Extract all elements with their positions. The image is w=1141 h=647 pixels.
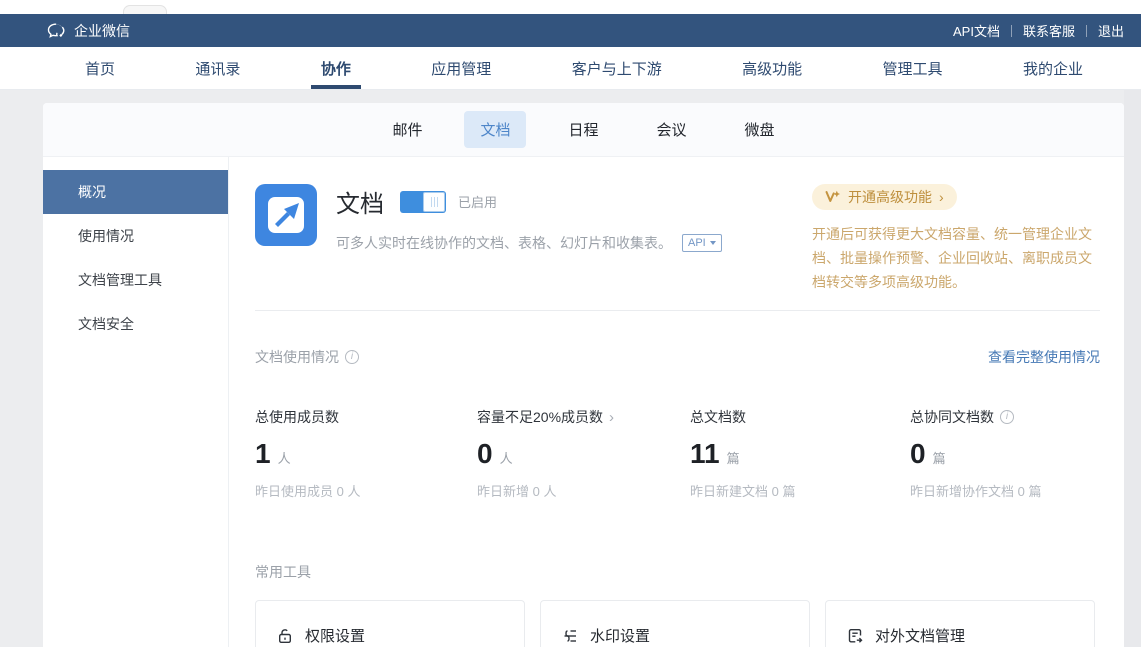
sidebar: 概况 使用情况 文档管理工具 文档安全	[43, 157, 229, 647]
stat-unit: 人	[278, 448, 291, 467]
subtab-bar: 邮件 文档 日程 会议 微盘	[43, 103, 1124, 157]
nav-item-app-management[interactable]: 应用管理	[431, 47, 491, 89]
api-dropdown[interactable]: API	[682, 234, 722, 252]
stat-subtext: 昨日使用成员 0 人	[255, 481, 477, 500]
separator	[1011, 25, 1012, 37]
subtab-docs[interactable]: 文档	[464, 111, 526, 148]
tool-card-watermark[interactable]: 水印设置 为企业内文档开启水印，数据泄露事件可追	[540, 600, 810, 647]
nav-item-customers[interactable]: 客户与上下游	[572, 47, 662, 89]
tool-card-title: 对外文档管理	[875, 625, 965, 646]
page-title: 文档	[336, 184, 384, 219]
view-full-usage-link[interactable]: 查看完整使用情况	[988, 347, 1100, 367]
enable-toggle[interactable]	[400, 191, 446, 213]
chevron-right-icon[interactable]: ›	[609, 409, 614, 426]
usage-section-title: 文档使用情况	[255, 347, 339, 367]
stat-total-docs: 总文档数 11 篇 昨日新建文档 0 篇	[690, 407, 910, 500]
browser-tab-ghost	[123, 5, 167, 14]
watermark-icon	[561, 627, 579, 645]
stats-row: 总使用成员数 1 人 昨日使用成员 0 人 容量不足20%成员数 ›	[255, 407, 1100, 500]
upgrade-premium-button[interactable]: 开通高级功能 ›	[812, 184, 957, 210]
stat-label: 总文档数	[690, 407, 746, 427]
premium-description: 开通后可获得更大文档容量、统一管理企业文档、批量操作预警、企业回收站、离职成员文…	[812, 222, 1100, 294]
premium-panel: 开通高级功能 › 开通后可获得更大文档容量、统一管理企业文档、批量操作预警、企业…	[812, 184, 1100, 294]
tools-section: 常用工具 权限设置	[255, 562, 1100, 647]
app-description: 可多人实时在线协作的文档、表格、幻灯片和收集表。	[336, 233, 672, 253]
brand: 企业微信	[45, 20, 130, 42]
toggle-knob	[423, 192, 445, 212]
brand-name: 企业微信	[74, 21, 130, 41]
nav-item-management-tools[interactable]: 管理工具	[883, 47, 943, 89]
sidebar-item-doc-security[interactable]: 文档安全	[43, 302, 228, 346]
subtab-calendar[interactable]: 日程	[552, 111, 614, 148]
stat-label: 总使用成员数	[255, 407, 339, 427]
tool-card-title: 权限设置	[305, 625, 365, 646]
stat-low-capacity-members: 容量不足20%成员数 › 0 人 昨日新增 0 人	[477, 407, 690, 500]
subtab-mail[interactable]: 邮件	[376, 111, 438, 148]
stat-subtext: 昨日新增协作文档 0 篇	[910, 481, 1100, 500]
tool-card-external-docs[interactable]: 对外文档管理 查看和管理允许企业外访问的文档	[825, 600, 1095, 647]
nav-item-my-enterprise[interactable]: 我的企业	[1023, 47, 1083, 89]
topbar: 企业微信 API文档 联系客服 退出	[0, 14, 1141, 47]
status-label: 已启用	[458, 192, 497, 211]
nav-item-home[interactable]: 首页	[85, 47, 115, 89]
stat-total-members: 总使用成员数 1 人 昨日使用成员 0 人	[255, 407, 477, 500]
separator	[1086, 25, 1087, 37]
stat-collab-docs: 总协同文档数 i 0 篇 昨日新增协作文档 0 篇	[910, 407, 1100, 500]
stat-value: 0	[910, 438, 926, 470]
stat-label: 总协同文档数	[910, 407, 994, 427]
doc-share-icon	[846, 627, 864, 645]
tool-card-title: 水印设置	[590, 625, 650, 646]
stat-subtext: 昨日新增 0 人	[477, 481, 690, 500]
stat-label: 容量不足20%成员数	[477, 407, 603, 427]
main-nav: 首页 通讯录 协作 应用管理 客户与上下游 高级功能 管理工具 我的企业	[0, 47, 1141, 90]
sparkle-icon	[825, 190, 841, 204]
info-icon[interactable]: i	[345, 350, 359, 364]
stat-subtext: 昨日新建文档 0 篇	[690, 481, 910, 500]
subtab-meeting[interactable]: 会议	[641, 111, 703, 148]
upgrade-premium-label: 开通高级功能	[848, 187, 932, 207]
browser-strip	[0, 0, 1141, 14]
divider	[255, 310, 1100, 311]
topbar-link-logout[interactable]: 退出	[1098, 21, 1124, 40]
chevron-down-icon	[710, 241, 716, 245]
nav-item-collaboration[interactable]: 协作	[321, 47, 351, 89]
stat-unit: 篇	[727, 448, 740, 467]
stat-unit: 篇	[933, 448, 946, 467]
sidebar-item-doc-management-tools[interactable]: 文档管理工具	[43, 258, 228, 302]
nav-item-contacts[interactable]: 通讯录	[195, 47, 240, 89]
stat-value: 1	[255, 438, 271, 470]
main-card: 邮件 文档 日程 会议 微盘 概况 使用情况 文档管理工具 文档安全	[43, 103, 1124, 647]
api-label: API	[688, 237, 706, 249]
tool-card-permissions[interactable]: 权限设置 设置企业内外的访问权限	[255, 600, 525, 647]
topbar-link-api-docs[interactable]: API文档	[953, 21, 1000, 40]
content-area: 文档 已启用 可多人实时在线协作的文档、表格、幻灯片和收集表。	[229, 157, 1124, 647]
lock-icon	[276, 627, 294, 645]
stat-unit: 人	[500, 448, 513, 467]
subtab-drive[interactable]: 微盘	[729, 111, 791, 148]
sidebar-item-overview[interactable]: 概况	[43, 170, 228, 214]
info-icon[interactable]: i	[1000, 410, 1014, 424]
page-background: 邮件 文档 日程 会议 微盘 概况 使用情况 文档管理工具 文档安全	[0, 90, 1141, 647]
nav-item-advanced-features[interactable]: 高级功能	[742, 47, 802, 89]
stat-value: 0	[477, 438, 493, 470]
wecom-logo-icon	[45, 20, 67, 42]
docs-app-icon	[255, 184, 317, 246]
topbar-links: API文档 联系客服 退出	[953, 21, 1124, 40]
usage-section: 文档使用情况 i 查看完整使用情况 总使用成员数 1 人 昨日使用成员	[255, 347, 1100, 500]
tools-section-title: 常用工具	[255, 562, 311, 582]
topbar-link-contact-support[interactable]: 联系客服	[1023, 21, 1075, 40]
scrollbar[interactable]	[1124, 90, 1141, 647]
stat-value: 11	[690, 438, 720, 470]
sidebar-item-usage[interactable]: 使用情况	[43, 214, 228, 258]
app-header: 文档 已启用 可多人实时在线协作的文档、表格、幻灯片和收集表。	[255, 184, 1100, 294]
chevron-right-icon: ›	[939, 189, 944, 205]
